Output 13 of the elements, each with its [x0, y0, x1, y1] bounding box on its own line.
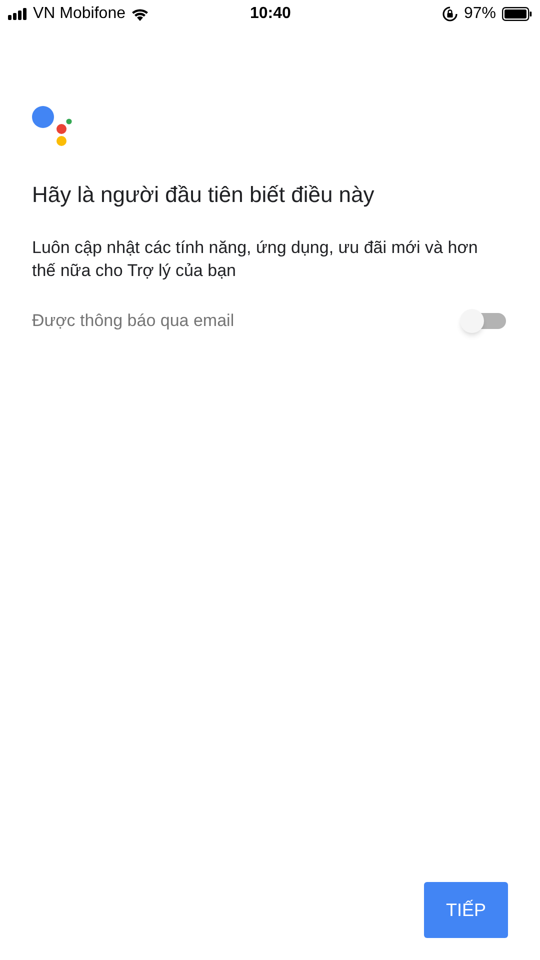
battery-icon [502, 7, 532, 21]
email-notification-label: Được thông báo qua email [32, 310, 234, 332]
battery-percentage: 97% [464, 4, 496, 24]
next-button[interactable]: TIẾP [424, 882, 508, 938]
signal-icon [8, 8, 28, 20]
email-toggle[interactable] [460, 308, 508, 334]
rotation-lock-icon [442, 6, 458, 22]
assistant-logo-icon [32, 104, 74, 146]
carrier-name: VN Mobifone [33, 4, 126, 24]
wifi-icon [130, 8, 148, 20]
page-title: Hãy là người đầu tiên biết điều này [32, 181, 376, 209]
description-text: Luôn cập nhật các tính năng, ứng dụng, ưu đãi mới và hơn thế nữa cho Trợ lý của bạn [32, 237, 479, 282]
clock-time: 10:40 [250, 4, 291, 24]
